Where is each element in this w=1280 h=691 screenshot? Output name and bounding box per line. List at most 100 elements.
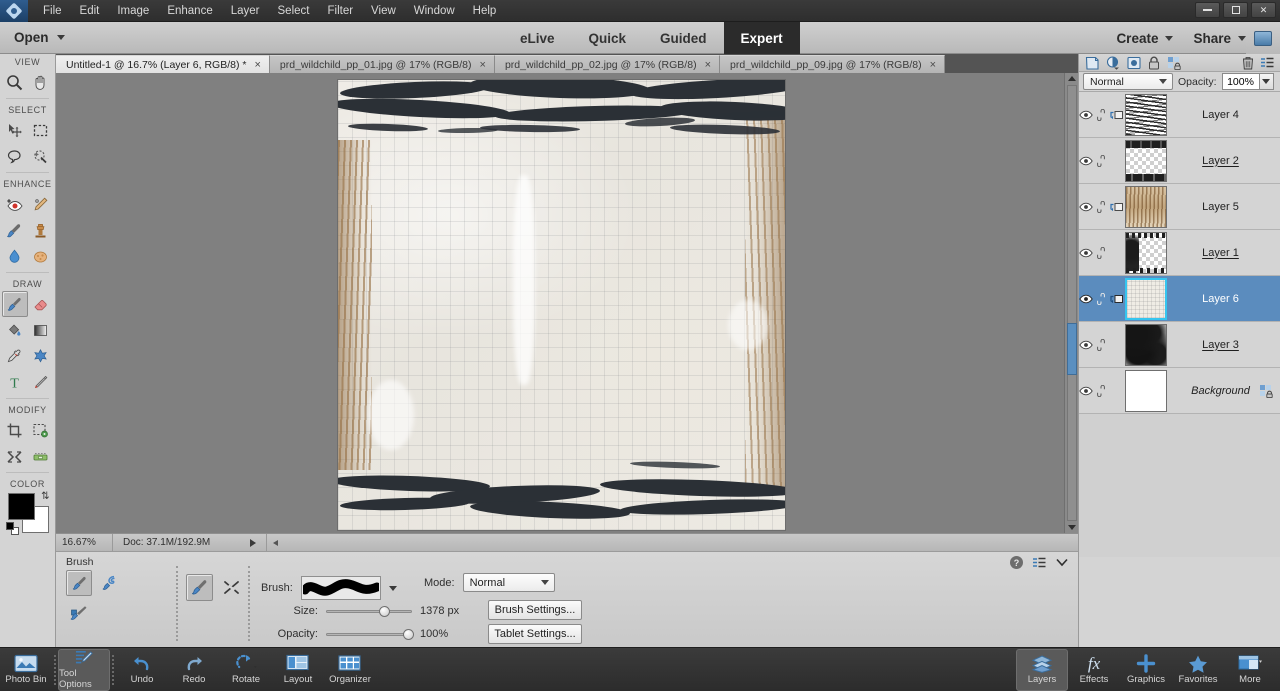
tab-elive[interactable]: eLive <box>503 22 572 54</box>
menu-item-select[interactable]: Select <box>269 1 319 21</box>
rotate-button[interactable]: Rotate <box>220 649 272 691</box>
layer-name[interactable]: Layer 2 <box>1167 155 1280 167</box>
smart-brush-tool[interactable] <box>2 217 28 243</box>
scroll-up-arrow-icon[interactable] <box>1068 76 1076 81</box>
layers-list[interactable]: Layer 4 Layer 2 Layer 5 Layer 1 Layer 6 … <box>1079 92 1280 557</box>
layer-thumbnail[interactable] <box>1125 231 1167 274</box>
hand-tool[interactable] <box>28 69 54 95</box>
layer-link-icon[interactable] <box>1097 246 1109 259</box>
eraser-tool[interactable] <box>28 291 54 317</box>
layer-link-icon[interactable] <box>1097 338 1109 351</box>
quick-selection-tool[interactable] <box>28 143 54 169</box>
layer-thumbnail[interactable] <box>1125 185 1167 228</box>
lock-layer-icon[interactable] <box>1148 56 1160 70</box>
maximize-button[interactable] <box>1223 2 1248 18</box>
foreground-color-swatch[interactable] <box>7 493 35 520</box>
zoom-level-field[interactable]: 16.67% <box>56 537 112 548</box>
scrollbar-track[interactable] <box>1067 85 1077 521</box>
new-layer-icon[interactable] <box>1085 56 1099 70</box>
crop-tool[interactable] <box>2 417 28 443</box>
close-icon[interactable]: × <box>930 59 936 70</box>
scroll-down-arrow-icon[interactable] <box>1068 525 1076 530</box>
move-tool[interactable] <box>2 117 28 143</box>
menu-item-edit[interactable]: Edit <box>71 1 109 21</box>
size-slider[interactable] <box>326 604 412 618</box>
menu-item-enhance[interactable]: Enhance <box>158 1 221 21</box>
layer-row-layer-2[interactable]: Layer 2 <box>1079 138 1280 184</box>
brush-variant-impressionist[interactable] <box>97 570 123 596</box>
paint-bucket-tool[interactable] <box>2 317 28 343</box>
document-tab-wildchild-02[interactable]: prd_wildchild_pp_02.jpg @ 17% (RGB/8) × <box>494 55 721 73</box>
straighten-tool[interactable] <box>28 443 54 469</box>
layer-name[interactable]: Layer 6 <box>1167 293 1280 305</box>
layer-row-layer-4[interactable]: Layer 4 <box>1079 92 1280 138</box>
layer-visibility-icon[interactable] <box>1079 340 1097 350</box>
layer-row-layer-5[interactable]: Layer 5 <box>1079 184 1280 230</box>
layer-row-layer-1[interactable]: Layer 1 <box>1079 230 1280 276</box>
layer-thumbnail[interactable] <box>1125 277 1167 320</box>
type-tool[interactable]: T <box>2 369 28 395</box>
photo-editor-icon[interactable] <box>1246 22 1280 54</box>
redo-button[interactable]: Redo <box>168 649 220 691</box>
layout-button[interactable]: Layout <box>272 649 324 691</box>
tool-options-button[interactable]: Tool Options <box>58 648 110 691</box>
tablet-settings-button[interactable]: Tablet Settings... <box>488 624 582 644</box>
tab-guided[interactable]: Guided <box>643 22 724 54</box>
layer-link-icon[interactable] <box>1097 200 1109 213</box>
menu-item-help[interactable]: Help <box>464 1 506 21</box>
panel-menu-icon[interactable] <box>1261 57 1274 68</box>
rectangular-marquee-tool[interactable] <box>28 117 54 143</box>
layer-visibility-icon[interactable] <box>1079 248 1097 258</box>
organizer-button[interactable]: Organizer <box>324 649 376 691</box>
tab-quick[interactable]: Quick <box>572 22 644 54</box>
menu-item-filter[interactable]: Filter <box>318 1 362 21</box>
brush-preset-chevron-down-icon[interactable] <box>388 585 397 591</box>
red-eye-removal-tool[interactable] <box>2 191 28 217</box>
layers-panel-button[interactable]: Layers <box>1016 648 1068 691</box>
layer-mask-icon[interactable] <box>1127 56 1141 70</box>
favorites-panel-button[interactable]: Favorites <box>1172 649 1224 691</box>
layer-visibility-icon[interactable] <box>1079 294 1097 304</box>
artboard-untitled-1[interactable] <box>338 80 785 530</box>
scrollbar-thumb[interactable] <box>1067 323 1077 375</box>
brush-settings-button[interactable]: Brush Settings... <box>488 600 582 620</box>
layer-visibility-icon[interactable] <box>1079 202 1097 212</box>
group-layers-icon[interactable] <box>1167 56 1182 70</box>
layer-name[interactable]: Layer 5 <box>1167 201 1280 213</box>
opacity-slider[interactable] <box>326 627 415 641</box>
tab-expert[interactable]: Expert <box>723 22 800 54</box>
share-button[interactable]: Share <box>1193 31 1246 46</box>
layer-opacity-chevron-down-icon[interactable] <box>1259 73 1274 90</box>
lasso-tool[interactable] <box>2 143 28 169</box>
photo-bin-button[interactable]: Photo Bin <box>0 649 52 691</box>
close-button[interactable]: ✕ <box>1251 2 1276 18</box>
layer-blend-mode-select[interactable]: Normal <box>1083 73 1173 90</box>
minimize-button[interactable] <box>1195 2 1220 18</box>
layer-link-icon[interactable] <box>1097 292 1109 305</box>
brush-variant-brush[interactable] <box>66 570 92 596</box>
brush-tool[interactable] <box>1 291 28 317</box>
pencil-tool[interactable] <box>28 369 54 395</box>
canvas-vertical-scrollbar[interactable] <box>1064 73 1078 533</box>
document-tab-untitled-1[interactable]: Untitled-1 @ 16.7% (Layer 6, RGB/8) * × <box>56 55 270 73</box>
brush-preset-button[interactable] <box>186 574 213 601</box>
airbrush-icon[interactable] <box>223 579 240 596</box>
layer-row-background[interactable]: Background <box>1079 368 1280 414</box>
spot-healing-brush-tool[interactable] <box>28 191 54 217</box>
close-icon[interactable]: × <box>480 59 486 70</box>
layer-link-icon[interactable] <box>1097 108 1109 121</box>
menu-item-window[interactable]: Window <box>405 1 464 21</box>
layer-opacity-value[interactable]: 100% <box>1221 73 1260 90</box>
more-panel-button[interactable]: More <box>1224 649 1276 691</box>
content-aware-move-tool[interactable] <box>28 417 54 443</box>
gradient-tool[interactable] <box>28 317 54 343</box>
layer-thumbnail[interactable] <box>1125 93 1167 136</box>
new-adjustment-layer-icon[interactable] <box>1106 55 1120 70</box>
blend-mode-select[interactable]: Normal <box>462 573 555 592</box>
layer-thumbnail[interactable] <box>1125 323 1167 366</box>
layer-thumbnail[interactable] <box>1125 369 1167 412</box>
graphics-panel-button[interactable]: Graphics <box>1120 649 1172 691</box>
status-scroll-left-icon[interactable] <box>273 539 279 546</box>
create-button[interactable]: Create <box>1116 31 1174 46</box>
clone-stamp-tool[interactable] <box>28 217 54 243</box>
